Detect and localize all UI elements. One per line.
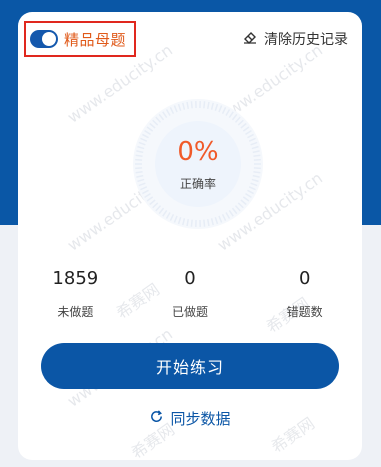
stat-unanswered: 1859 未做题 <box>18 268 133 320</box>
ring-tick <box>218 215 223 223</box>
clear-history-label: 清除历史记录 <box>264 32 348 48</box>
ring-tick <box>155 205 162 212</box>
ring-tick <box>228 111 234 118</box>
ring-tick <box>206 101 210 109</box>
ring-tick <box>165 212 171 219</box>
ring-tick <box>228 210 234 217</box>
eraser-icon <box>242 29 258 49</box>
accuracy-label: 正确率 <box>179 177 216 191</box>
ring-tick <box>237 202 244 209</box>
stat-label: 未做题 <box>57 305 94 319</box>
ring-tick <box>225 212 231 219</box>
clear-history-button[interactable]: 清除历史记录 <box>242 29 348 49</box>
ring-tick <box>218 105 223 113</box>
toggle-switch[interactable] <box>30 30 58 48</box>
ring-tick <box>210 102 214 110</box>
accuracy-value: 0% <box>177 137 219 167</box>
practice-card: www.educity.cn www.educity.cn www.educit… <box>18 12 362 460</box>
stats-row: 1859 未做题 0 已做题 0 错题数 <box>18 268 362 320</box>
ring-tick <box>135 171 143 174</box>
ring-tick <box>210 218 214 226</box>
ring-tick <box>245 129 252 135</box>
ring-tick <box>169 107 175 114</box>
ring-tick <box>245 193 252 199</box>
ring-tick <box>182 102 186 110</box>
accuracy-ring: 0% 正确率 <box>133 99 263 229</box>
stat-answered: 0 已做题 <box>133 268 248 320</box>
ring-tick <box>231 113 238 121</box>
toggle-knob <box>42 32 56 46</box>
ring-tick <box>234 116 241 123</box>
ring-tick <box>152 202 159 209</box>
ring-tick <box>214 217 219 225</box>
ring-tick <box>144 193 151 199</box>
ring-tick <box>146 126 154 132</box>
ring-tick <box>225 109 231 116</box>
ring-tick <box>177 217 182 225</box>
ring-tick <box>173 105 178 113</box>
ring-tick <box>186 101 190 109</box>
ring-tick <box>177 103 182 111</box>
ring-tick <box>149 122 156 129</box>
ring-tick <box>240 199 247 206</box>
ring-tick <box>165 109 171 116</box>
ring-tick <box>162 210 168 217</box>
ring-tick <box>221 107 227 114</box>
ring-tick <box>190 219 193 227</box>
ring-tick <box>149 199 156 206</box>
sync-data-label: 同步数据 <box>170 410 231 428</box>
stat-value: 1859 <box>52 268 99 289</box>
ring-tick <box>253 171 261 174</box>
toggle-label: 精品母题 <box>64 30 127 49</box>
ring-tick <box>152 119 159 126</box>
ring-tick <box>242 126 250 132</box>
stat-label: 错题数 <box>286 305 323 319</box>
refresh-icon <box>149 409 164 428</box>
ring-tick <box>186 219 190 227</box>
stat-value: 0 <box>298 268 311 289</box>
ring-tick <box>144 129 151 135</box>
ring-tick <box>155 116 162 123</box>
ring-tick <box>146 196 154 202</box>
ring-tick <box>231 207 238 215</box>
ring-tick <box>206 219 210 227</box>
ring-tick <box>182 218 186 226</box>
ring-tick <box>203 101 206 109</box>
ring-tick <box>162 111 168 118</box>
ring-tick <box>242 196 250 202</box>
ring-tick <box>221 214 227 221</box>
ring-tick <box>173 215 178 223</box>
start-practice-button[interactable]: 开始练习 <box>41 343 339 389</box>
ring-tick <box>190 101 193 109</box>
ring-tick <box>234 205 241 212</box>
ring-tick <box>203 219 206 227</box>
ring-tick <box>169 214 175 221</box>
stat-value: 0 <box>184 268 196 289</box>
stat-wrong: 0 错题数 <box>247 268 362 320</box>
sync-data-button[interactable]: 同步数据 <box>18 408 362 429</box>
stat-label: 已做题 <box>172 305 209 319</box>
ring-tick <box>214 103 219 111</box>
ring-tick <box>158 113 165 121</box>
ring-tick <box>237 119 244 126</box>
boutique-toggle[interactable]: 精品母题 <box>24 21 136 57</box>
ring-tick <box>158 207 165 215</box>
ring-tick <box>240 122 247 129</box>
